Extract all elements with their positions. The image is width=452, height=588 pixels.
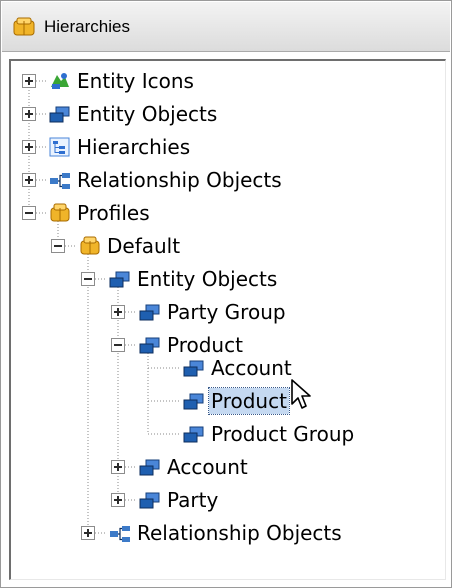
- entity-object-icon: [139, 304, 160, 321]
- entity-object-icon: [183, 393, 204, 410]
- node-label[interactable]: Account: [167, 454, 248, 480]
- node-label[interactable]: Party Group: [167, 299, 286, 325]
- node-label[interactable]: Entity Icons: [77, 68, 194, 94]
- hierarchy-tree[interactable]: Entity Icons Entity Objects Hierarchies: [9, 59, 446, 580]
- expand-plus-icon[interactable]: [22, 173, 36, 187]
- tree-row-relationship-objects[interactable]: Relationship Objects: [11, 164, 445, 197]
- tree-row-party[interactable]: Party: [11, 484, 445, 517]
- node-label[interactable]: Relationship Objects: [77, 167, 282, 193]
- node-label[interactable]: Product Group: [211, 421, 354, 447]
- tree-row-profiles[interactable]: Profiles: [11, 197, 445, 230]
- entity-object-icon: [183, 426, 204, 443]
- tree-row-party-group[interactable]: Party Group: [11, 296, 445, 329]
- expand-plus-icon[interactable]: [22, 140, 36, 154]
- profile-cube-icon: [80, 236, 100, 255]
- tree-row-product-child[interactable]: Product: [11, 385, 445, 418]
- window-title: Hierarchies: [44, 17, 130, 36]
- node-label[interactable]: Hierarchies: [77, 134, 190, 160]
- relationship-icon: [50, 173, 70, 189]
- node-label[interactable]: Entity Objects: [77, 101, 217, 127]
- node-label[interactable]: Account: [211, 355, 292, 381]
- expand-plus-icon[interactable]: [22, 74, 36, 88]
- expand-plus-icon[interactable]: [22, 107, 36, 121]
- node-label[interactable]: Party: [167, 487, 218, 513]
- collapse-minus-icon[interactable]: [81, 272, 95, 286]
- node-label[interactable]: Profiles: [77, 200, 150, 226]
- entity-icons-icon: [51, 73, 69, 89]
- entity-object-icon: [139, 492, 160, 509]
- node-label[interactable]: Entity Objects: [137, 266, 277, 292]
- expand-plus-icon[interactable]: [111, 493, 125, 507]
- tree-row-account-child[interactable]: Account: [11, 352, 445, 385]
- node-label-selected[interactable]: Product: [208, 387, 290, 415]
- expand-plus-icon[interactable]: [111, 460, 125, 474]
- entity-object-icon: [109, 271, 130, 288]
- node-label[interactable]: Default: [107, 233, 180, 259]
- tree-row-product-group-child[interactable]: Product Group: [11, 418, 445, 451]
- mouse-pointer-icon: [291, 379, 311, 409]
- tree-row-account[interactable]: Account: [11, 451, 445, 484]
- entity-object-icon: [139, 459, 160, 476]
- relationship-icon: [110, 526, 130, 542]
- tree-row-default[interactable]: Default: [11, 230, 445, 263]
- tree-row-relationship-objects-default[interactable]: Relationship Objects: [11, 517, 445, 550]
- window-titlebar: Hierarchies: [2, 2, 450, 52]
- tree-row-entity-objects[interactable]: Entity Objects: [11, 98, 445, 131]
- entity-object-icon: [183, 360, 204, 377]
- profile-cube-icon: [13, 17, 35, 36]
- entity-object-icon: [49, 106, 70, 123]
- expand-plus-icon[interactable]: [81, 526, 95, 540]
- tree-row-entity-icons[interactable]: Entity Icons: [11, 65, 445, 98]
- node-label[interactable]: Relationship Objects: [137, 520, 342, 546]
- hierarchies-window: Hierarchies Entity Icons Entity Objects …: [0, 0, 452, 588]
- profile-cube-icon: [50, 203, 70, 222]
- tree-row-entity-objects-default[interactable]: Entity Objects: [11, 263, 445, 296]
- collapse-minus-icon[interactable]: [111, 338, 125, 352]
- hierarchies-icon: [49, 137, 70, 157]
- collapse-minus-icon[interactable]: [22, 206, 36, 220]
- expand-plus-icon[interactable]: [111, 305, 125, 319]
- collapse-minus-icon[interactable]: [51, 239, 65, 253]
- tree-row-hierarchies[interactable]: Hierarchies: [11, 131, 445, 164]
